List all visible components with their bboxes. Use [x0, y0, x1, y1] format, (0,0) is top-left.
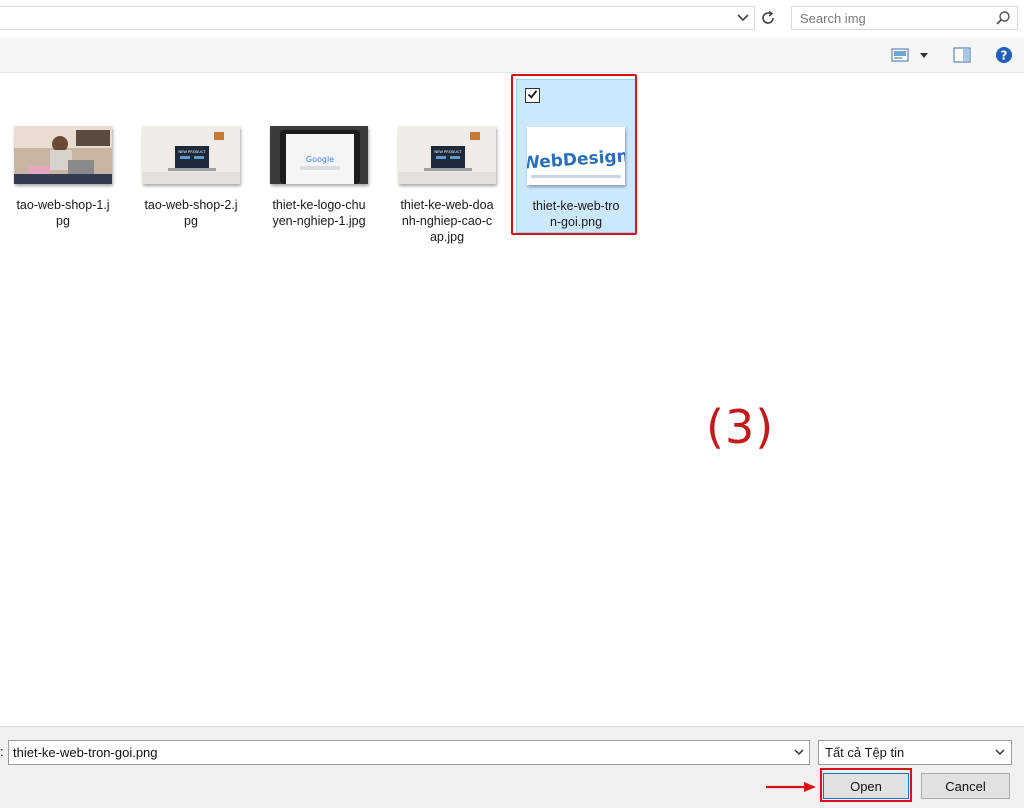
file-name: tao-web-shop-2.j pg — [144, 198, 238, 228]
filetype-value: Tất cả Tệp tin — [825, 745, 905, 760]
open-button[interactable]: Open — [823, 773, 909, 799]
thumb-caption: NEW PRODUCT — [178, 150, 206, 154]
dialog-footer: : Tất cả Tệp tin Open Cancel — [0, 726, 1024, 808]
file-name: thiet-ke-web-doa nh-nghiep-cao-c ap.jpg — [400, 198, 494, 244]
help-icon: ? — [996, 47, 1012, 63]
file-name: thiet-ke-web-tro n-goi.png — [532, 199, 620, 229]
arrow-right-icon — [766, 782, 816, 792]
refresh-button[interactable] — [756, 6, 780, 30]
chevron-down-icon — [794, 749, 804, 756]
filename-input[interactable] — [9, 741, 793, 764]
image-thumbnail: NEW PRODUCT — [398, 126, 496, 184]
preview-pane-icon — [953, 47, 971, 63]
toolbar: ? — [0, 38, 1024, 73]
image-thumbnail: Google — [270, 126, 368, 184]
checkmark-icon — [527, 90, 538, 99]
address-bar[interactable] — [0, 6, 755, 30]
file-item[interactable]: tao-web-shop-1.j pg — [4, 117, 122, 229]
preview-pane-button[interactable] — [951, 45, 973, 65]
search-box[interactable] — [791, 6, 1018, 30]
refresh-icon — [762, 10, 774, 24]
file-item[interactable]: Google thiet-ke-logo-chu yen-nghiep-1.jp… — [260, 117, 378, 229]
filetype-dropdown-button[interactable] — [992, 743, 1008, 762]
chevron-down-icon — [995, 749, 1005, 756]
search-input[interactable] — [792, 7, 990, 29]
view-thumbnail-icon — [891, 48, 909, 62]
address-history-dropdown[interactable] — [734, 8, 752, 28]
change-view-button[interactable] — [890, 45, 910, 65]
checkbox-checked[interactable] — [525, 88, 540, 103]
address-row — [0, 0, 1024, 36]
thumb-caption: NEW PRODUCT — [434, 150, 462, 154]
view-options-dropdown[interactable] — [916, 45, 932, 65]
step-annotation: (3) — [706, 400, 775, 454]
filename-label: : — [0, 744, 4, 759]
search-icon[interactable] — [995, 10, 1011, 26]
file-item-selected[interactable]: WebDesign thiet-ke-web-tro n-goi.png — [516, 79, 636, 233]
file-name: thiet-ke-logo-chu yen-nghiep-1.jpg — [272, 198, 366, 228]
file-item[interactable]: NEW PRODUCT thiet-ke-web-doa nh-nghiep-c… — [388, 117, 506, 245]
filename-dropdown-button[interactable] — [791, 743, 807, 762]
image-thumbnail: WebDesign — [527, 127, 625, 185]
file-item[interactable]: NEW PRODUCT tao-web-shop-2.j pg — [132, 117, 250, 229]
file-list: tao-web-shop-1.j pg NEW PRODUCT tao-web-… — [0, 73, 1024, 725]
filename-combobox[interactable] — [8, 740, 810, 765]
svg-text:?: ? — [1001, 49, 1008, 63]
chevron-down-icon — [737, 14, 749, 22]
image-thumbnail — [14, 126, 112, 184]
cancel-button[interactable]: Cancel — [921, 773, 1010, 799]
filetype-select[interactable]: Tất cả Tệp tin — [818, 740, 1012, 765]
help-button[interactable]: ? — [993, 45, 1015, 65]
file-name: tao-web-shop-1.j pg — [16, 198, 110, 228]
caret-down-icon — [920, 52, 928, 58]
thumb-caption: Google — [306, 155, 334, 164]
image-thumbnail: NEW PRODUCT — [142, 126, 240, 184]
